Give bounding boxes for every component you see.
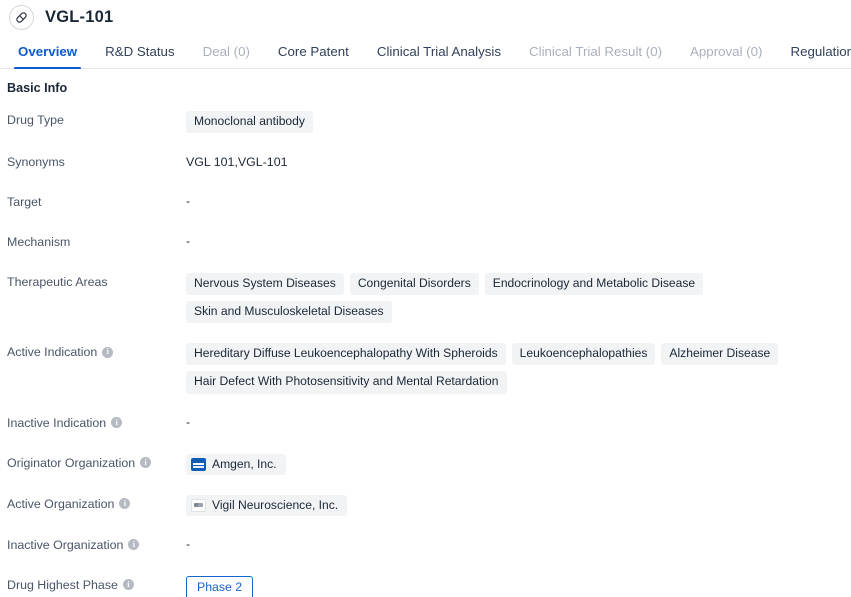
page-title: VGL-101: [45, 7, 114, 26]
value-active-organization: Vigil Neuroscience, Inc.: [186, 493, 851, 516]
label-text: Target: [7, 195, 42, 210]
tab-core-patent[interactable]: Core Patent: [264, 44, 363, 68]
empty-value: -: [186, 536, 191, 551]
tab-bar: Overview R&D Status Deal (0) Core Patent…: [0, 36, 851, 70]
row-inactive-organization: Inactive Organization i -: [0, 534, 851, 556]
org-name: Vigil Neuroscience, Inc.: [212, 497, 339, 512]
tag-item[interactable]: Leukoencephalopathies: [511, 343, 656, 366]
label-inactive-indication: Inactive Indication i: [7, 412, 186, 431]
row-originator-organization: Originator Organization i Amgen, Inc.: [0, 452, 851, 475]
info-icon[interactable]: i: [119, 498, 131, 510]
tab-clinical-trial-result[interactable]: Clinical Trial Result (0): [515, 44, 676, 68]
label-drug-highest-phase: Drug Highest Phase i: [7, 574, 186, 593]
row-mechanism: Mechanism -: [0, 231, 851, 253]
label-active-organization: Active Organization i: [7, 493, 186, 512]
value-drug-type: Monoclonal antibody: [186, 109, 851, 134]
value-inactive-organization: -: [186, 534, 851, 551]
tag-item[interactable]: Congenital Disorders: [349, 273, 479, 296]
row-therapeutic-areas: Therapeutic Areas Nervous System Disease…: [0, 271, 851, 324]
value-active-indication: Hereditary Diffuse Leukoencephalopathy W…: [186, 341, 851, 394]
label-text: Therapeutic Areas: [7, 275, 108, 290]
tag-item[interactable]: Skin and Musculoskeletal Diseases: [186, 301, 392, 324]
row-synonyms: Synonyms VGL 101,VGL-101: [0, 151, 851, 173]
tag-item[interactable]: Endocrinology and Metabolic Disease: [484, 273, 704, 296]
org-tag-vigil[interactable]: Vigil Neuroscience, Inc.: [186, 494, 348, 516]
section-title-basic-info: Basic Info: [7, 81, 68, 95]
info-icon[interactable]: i: [140, 457, 152, 469]
value-inactive-indication: -: [186, 412, 851, 429]
value-drug-highest-phase: Phase 2: [186, 574, 851, 597]
tab-deal[interactable]: Deal (0): [189, 44, 264, 68]
tab-clinical-trial-analysis[interactable]: Clinical Trial Analysis: [363, 44, 515, 68]
empty-value: -: [186, 414, 191, 429]
tab-rd-status[interactable]: R&D Status: [91, 44, 188, 68]
info-icon[interactable]: i: [111, 417, 123, 429]
label-target: Target: [7, 191, 186, 210]
tab-regulation[interactable]: Regulation: [776, 44, 851, 68]
label-inactive-organization: Inactive Organization i: [7, 534, 186, 553]
row-drug-highest-phase: Drug Highest Phase i Phase 2: [0, 574, 851, 597]
row-active-organization: Active Organization i Vigil Neuroscience…: [0, 493, 851, 516]
row-target: Target -: [0, 191, 851, 213]
tag-item[interactable]: Hair Defect With Photosensitivity and Me…: [186, 371, 507, 394]
phase-badge[interactable]: Phase 2: [186, 575, 254, 597]
row-drug-type: Drug Type Monoclonal antibody: [0, 109, 851, 134]
tag-item[interactable]: Nervous System Diseases: [186, 273, 344, 296]
label-text: Drug Highest Phase: [7, 577, 118, 592]
label-text: Originator Organization: [7, 455, 136, 470]
row-active-indication: Active Indication i Hereditary Diffuse L…: [0, 341, 851, 394]
label-text: Synonyms: [7, 155, 65, 170]
label-text: Active Organization: [7, 496, 115, 511]
amgen-logo-icon: [191, 457, 206, 471]
label-active-indication: Active Indication i: [7, 341, 186, 360]
tag-item[interactable]: Monoclonal antibody: [186, 111, 313, 134]
vigil-logo-icon: [191, 498, 206, 512]
value-originator-organization: Amgen, Inc.: [186, 452, 851, 475]
label-mechanism: Mechanism: [7, 231, 186, 250]
tag-item[interactable]: Alzheimer Disease: [661, 343, 779, 366]
page-header: VGL-101: [0, 2, 851, 32]
empty-value: -: [186, 194, 191, 209]
label-text: Mechanism: [7, 235, 71, 250]
overview-panel: Basic Info Drug Type Monoclonal antibody…: [0, 69, 851, 597]
label-text: Inactive Indication: [7, 415, 107, 430]
label-therapeutic-areas: Therapeutic Areas: [7, 271, 186, 290]
org-tag-amgen[interactable]: Amgen, Inc.: [186, 453, 286, 475]
info-icon[interactable]: i: [122, 579, 134, 591]
value-synonyms: VGL 101,VGL-101: [186, 151, 851, 170]
tab-overview[interactable]: Overview: [4, 44, 91, 70]
info-icon[interactable]: i: [128, 539, 140, 551]
label-originator-organization: Originator Organization i: [7, 452, 186, 471]
org-name: Amgen, Inc.: [212, 456, 277, 471]
label-text: Drug Type: [7, 113, 64, 127]
label-text: Inactive Organization: [7, 537, 124, 552]
tag-item[interactable]: Hereditary Diffuse Leukoencephalopathy W…: [186, 343, 506, 366]
label-synonyms: Synonyms: [7, 151, 186, 170]
label-drug-type: Drug Type: [7, 109, 186, 128]
label-text: Active Indication: [7, 345, 98, 360]
empty-value: -: [186, 234, 191, 249]
synonyms-text: VGL 101,VGL-101: [186, 155, 288, 170]
info-icon[interactable]: i: [102, 346, 114, 358]
value-target: -: [186, 191, 851, 208]
tab-approval[interactable]: Approval (0): [676, 44, 776, 68]
row-inactive-indication: Inactive Indication i -: [0, 412, 851, 434]
value-therapeutic-areas: Nervous System Diseases Congenital Disor…: [186, 271, 851, 324]
capsule-icon: [9, 4, 34, 30]
value-mechanism: -: [186, 231, 851, 248]
